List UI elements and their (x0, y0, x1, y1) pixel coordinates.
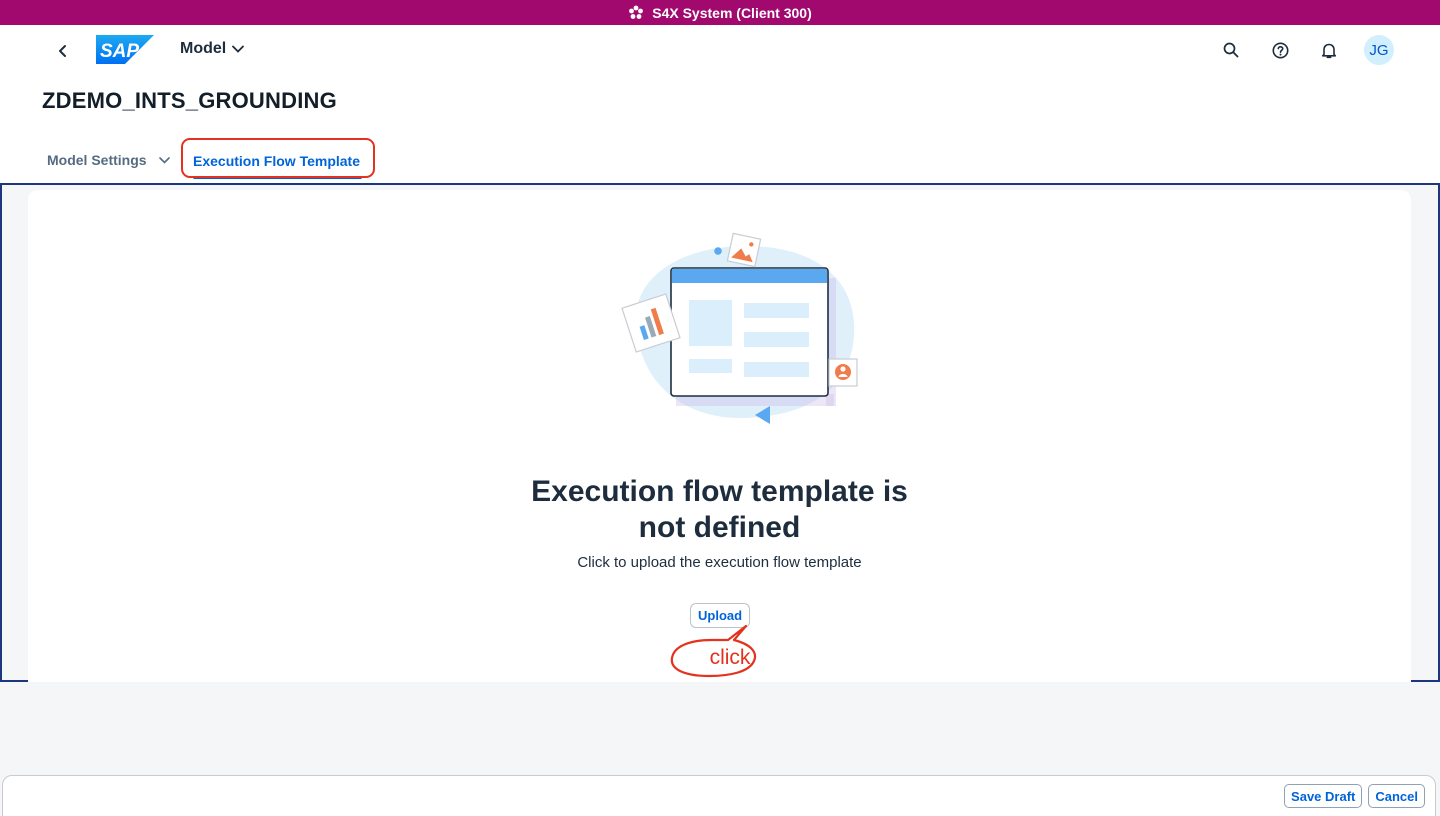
tab-bar: Model Settings Execution Flow Template (0, 138, 1440, 183)
object-header: ZDEMO_INTS_GROUNDING Model Settings Exec… (0, 75, 1440, 183)
page-title: ZDEMO_INTS_GROUNDING (42, 88, 337, 113)
user-avatar[interactable]: JG (1364, 35, 1394, 65)
empty-state-card: Execution flow template is not defined C… (28, 190, 1411, 682)
footer-actions: Save Draft Cancel (1284, 784, 1425, 808)
search-icon (1223, 42, 1239, 58)
avatar-initials: JG (1369, 41, 1389, 59)
shell-bar: SAP Model JG (0, 25, 1440, 75)
footer-toolbar: Save Draft Cancel (2, 775, 1436, 816)
app-menu-label: Model (180, 40, 227, 57)
empty-state-title: Execution flow template is not defined (28, 474, 1411, 546)
tab-selected-indicator (193, 176, 362, 179)
notifications-button[interactable] (1315, 34, 1343, 66)
app-menu-button[interactable]: Model (180, 40, 245, 58)
content-frame: Execution flow template is not defined C… (0, 183, 1440, 682)
cancel-button[interactable]: Cancel (1368, 784, 1425, 808)
help-icon (1272, 42, 1288, 58)
empty-state-title-line-2: not defined (638, 511, 801, 544)
save-draft-button[interactable]: Save Draft (1284, 784, 1363, 808)
cube-cluster-icon (628, 5, 644, 21)
system-bar: S4X System (Client 300) (0, 0, 1440, 25)
chevron-left-icon (59, 45, 66, 57)
bell-icon (1321, 43, 1337, 58)
empty-state-title-line-1: Execution flow template is (531, 475, 908, 508)
empty-state-subtitle: Click to upload the execution flow templ… (577, 554, 862, 571)
svg-text:SAP: SAP (100, 41, 139, 62)
sap-logo[interactable]: SAP (96, 35, 154, 69)
tab-execution-flow-template[interactable]: Execution Flow Template (193, 141, 362, 181)
help-button[interactable] (1266, 34, 1294, 66)
chevron-down-icon (232, 45, 245, 53)
empty-state-illustration (596, 226, 866, 436)
chevron-down-icon[interactable] (158, 156, 170, 164)
tab-model-settings-label: Model Settings (47, 152, 147, 168)
tab-model-settings[interactable]: Model Settings (47, 152, 170, 168)
system-title: S4X System (Client 300) (652, 4, 812, 21)
click-annotation-text: click (709, 646, 751, 669)
search-button[interactable] (1217, 34, 1245, 66)
back-button[interactable] (50, 38, 76, 64)
tab-execution-flow-template-label: Execution Flow Template (193, 153, 360, 169)
shell-actions: JG (1217, 34, 1394, 66)
